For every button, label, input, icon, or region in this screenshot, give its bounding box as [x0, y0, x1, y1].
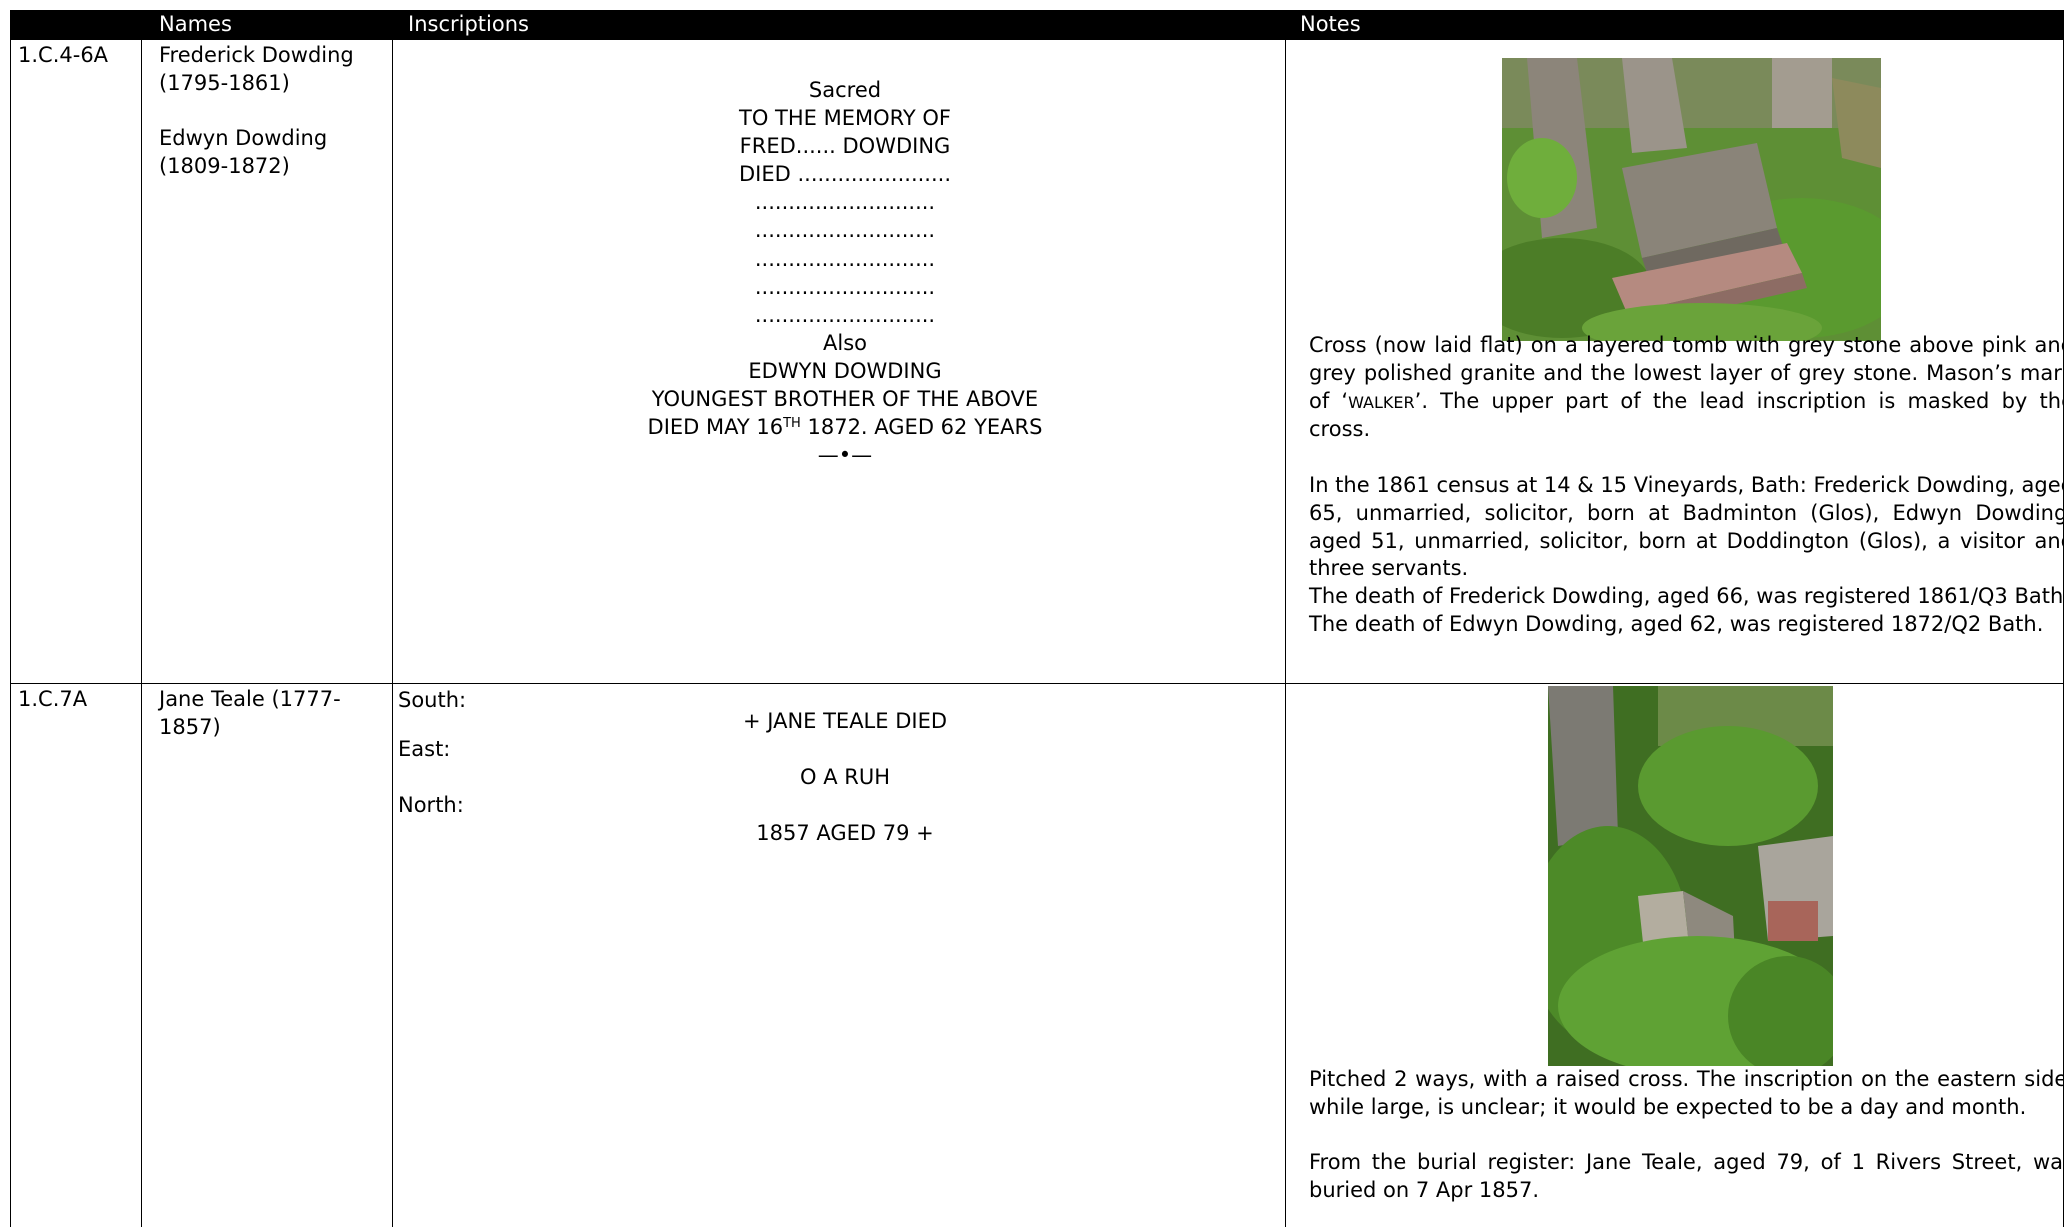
north-label: North: [398, 793, 464, 817]
grave-photo [1548, 686, 1833, 1066]
grave-ref: 1.C.4-6A [18, 43, 109, 67]
ornament: —•— [817, 443, 873, 468]
name-line: Jane Teale (1777- [159, 687, 341, 711]
header-inscriptions: Inscriptions [408, 12, 529, 36]
illegible-line: ........................... [754, 218, 936, 243]
inscription-line: Sacred [808, 78, 882, 102]
inscription-line: TO THE MEMORY OF [739, 106, 951, 131]
note-paragraph: From the burial register: Jane Teale, ag… [1309, 1150, 2064, 1203]
name-line: 1857) [159, 714, 221, 739]
illegible-line: ........................... [754, 246, 936, 271]
names-cell: Frederick Dowding (1795-1861) Edwyn Dowd… [159, 42, 395, 683]
name-line: (1795-1861) [159, 70, 290, 95]
name-line: Frederick Dowding [159, 43, 354, 67]
note-paragraph: Pitched 2 ways, with a raised cross. The… [1309, 1067, 2064, 1119]
inscription-line: YOUNGEST BROTHER OF THE ABOVE [651, 387, 1039, 412]
tomb-photo [1502, 58, 1881, 341]
inscription-line: FRED...... DOWDING [739, 134, 951, 159]
note-paragraph: Cross (now laid flat) on a layered tomb … [1309, 333, 2064, 442]
inscription-cell: South: + JANE TEALE DIED East: O A RUH N… [398, 684, 1292, 1227]
table-row: 1.C.4-6A Frederick Dowding (1795-1861) E… [10, 39, 2064, 683]
inscription-cell: Sacred TO THE MEMORY OF FRED...... DOWDI… [398, 40, 1292, 683]
inscription-line: EDWYN DOWDING [748, 358, 942, 383]
illegible-line: ........................... [754, 302, 936, 327]
name-line: (1809-1872) [159, 154, 290, 179]
names-cell: Jane Teale (1777- 1857) [159, 686, 395, 1227]
inscription-text: Sacred TO THE MEMORY OF FRED...... DOWDI… [398, 76, 1292, 469]
notes-cell: Pitched 2 ways, with a raised cross. The… [1297, 684, 2064, 1227]
south-inscription: + JANE TEALE DIED [742, 709, 948, 733]
illegible-line: ........................... [754, 274, 936, 299]
note-paragraph: The death of Frederick Dowding, aged 66,… [1309, 584, 2064, 609]
notes-cell: Cross (now laid flat) on a layered tomb … [1297, 40, 2064, 683]
grave-ref: 1.C.7A [18, 687, 88, 711]
note-paragraph: In the 1861 census at 14 & 15 Vineyards,… [1309, 472, 2064, 581]
header-notes: Notes [1300, 12, 1361, 36]
name-line: Edwyn Dowding [159, 126, 328, 151]
table-header: Names Inscriptions Notes [10, 10, 2064, 39]
table-row: 1.C.7A Jane Teale (1777- 1857) South: + … [10, 683, 2064, 1227]
north-inscription: 1857 AGED 79 + [756, 821, 934, 845]
inscription-line: DIED ....................... [738, 162, 951, 187]
note-paragraph: The death of Edwyn Dowding, aged 62, was… [1309, 611, 2044, 636]
header-names: Names [159, 12, 232, 36]
east-label: East: [398, 737, 451, 761]
east-inscription: O A RUH [800, 765, 890, 789]
inscription-line: Also [823, 330, 867, 355]
illegible-line: ........................... [754, 190, 936, 215]
inscription-line: DIED MAY 16TH 1872. AGED 62 YEARS [647, 415, 1043, 440]
